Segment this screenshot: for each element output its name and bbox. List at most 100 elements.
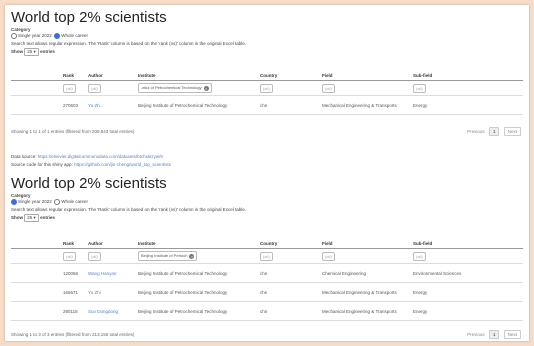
cell-institute: Beijing Institute of Petrochemical Techn… [136,282,258,302]
col-subfield[interactable]: Sub-field [411,71,523,81]
clear-icon[interactable]: × [203,85,209,91]
cell-institute: Beijing Institute of Petrochemical Techn… [136,263,258,283]
source-code-link[interactable]: https://github.com/jin-cheng/world_top_s… [74,162,171,167]
cell-author-link[interactable]: Yu Zh... [86,95,136,115]
cell-field: Mechanical Engineering & Transports [320,95,411,115]
filter-institute-2[interactable]: Beijing Institute of Petroch × [138,251,198,261]
results-table-bottom: Rank Author Institute Country Field Sub-… [11,239,523,321]
col-select [11,71,61,81]
filter-subfield[interactable]: (all) [413,83,426,93]
page-1-button-top[interactable]: 1 [488,127,500,136]
entries-select[interactable]: 25 ▾ [24,48,39,56]
prev-button-bottom[interactable]: Previous [467,332,485,337]
filter-country-2[interactable]: (all) [260,251,273,261]
prev-button-top[interactable]: Previous [467,129,485,134]
entries-select-value-2[interactable]: 25 [27,215,32,220]
section-top: World top 2% scientists Category Single … [11,9,527,56]
col-field[interactable]: Field [320,71,411,81]
length-control: Show 25 ▾ entries [11,48,527,56]
col-subfield-2[interactable]: Sub-field [411,239,523,249]
radio-whole-career-label-2[interactable]: Whole career [61,199,88,204]
entries-label-2: entries [40,215,55,220]
col-field-2[interactable]: Field [320,239,411,249]
entries-label: entries [40,49,55,54]
cell-rank: 270603 [61,95,86,115]
cell-field: Chemical Engineering [320,263,411,283]
cell-field: Mechanical Engineering & Transports [320,301,411,321]
col-institute-2[interactable]: Institute [136,239,258,249]
results-table-top: Rank Author Institute Country Field Sub-… [11,71,523,115]
clear-icon[interactable]: × [189,253,195,259]
cell-country: chn [258,95,320,115]
show-label: Show [11,49,23,54]
section-bottom: World top 2% scientists Category Single … [11,175,527,222]
app-page: World top 2% scientists Category Single … [5,5,529,341]
cell-rank: 165671 [61,282,86,302]
filter-institute-value-2[interactable]: Beijing Institute of Petroch [141,253,187,258]
search-note-2: Search text allows regular expression. T… [11,207,246,212]
pagination-top: Previous 1 Next [467,127,521,136]
filter-field-2[interactable]: (all) [322,251,335,261]
table-info-bottom: Showing 1 to 3 of 3 entries (filtered fr… [11,332,135,337]
col-country[interactable]: Country [258,71,320,81]
source-code-label: Source code for this shiny app: [11,162,73,167]
length-control-2: Show 25 ▾ entries [11,214,527,222]
cell-subfield: Energy [411,301,523,321]
cell-country: chn [258,263,320,283]
page-title: World top 2% scientists [11,9,167,26]
data-source-label: Data source: [11,154,37,159]
data-source-link[interactable]: https://elsevier.digitalcommonsdata.com/… [38,154,163,159]
filter-rank-2[interactable]: (all) [63,251,76,261]
col-author[interactable]: Author [86,71,136,81]
next-button-top[interactable]: Next [503,127,521,136]
radio-whole-career-label[interactable]: Whole career [61,33,88,38]
cell-country: chn [258,301,320,321]
table-row[interactable]: 280118 Sun Dongdong Beijing Institute of… [11,301,523,321]
cell-author-link[interactable]: Sun Dongdong [86,301,136,321]
cell-author-link[interactable]: Yu Zhi [86,282,136,302]
page-1-button-bottom[interactable]: 1 [488,330,500,339]
radio-whole-career[interactable] [54,33,61,39]
cell-author-link[interactable]: Wang Hanyan [86,263,136,283]
radio-whole-career-2[interactable] [54,199,61,205]
next-button-bottom[interactable]: Next [503,330,521,339]
pagination-bottom: Previous 1 Next [467,330,521,339]
table-row[interactable]: 270603 Yu Zh... Beijing Institute of Pet… [11,95,523,115]
radio-single-year-label-2[interactable]: Single year 2022 [18,199,52,204]
col-rank-2[interactable]: Rank [61,239,86,249]
filter-institute-value[interactable]: -ekiz of Petrochemical Technology [141,85,202,90]
filter-country[interactable]: (all) [260,83,273,93]
col-institute[interactable]: Institute [136,71,258,81]
filter-rank[interactable]: (all) [63,83,76,93]
cell-field: Mechanical Engineering & Transports [320,282,411,302]
table-row[interactable]: 120056 Wang Hanyan Beijing Institute of … [11,263,523,283]
table-row[interactable]: 165671 Yu Zhi Beijing Institute of Petro… [11,282,523,302]
col-select-2 [11,239,61,249]
table-header-row: Rank Author Institute Country Field Sub-… [11,71,523,81]
cell-rank: 120056 [61,263,86,283]
filter-author-2[interactable]: (all) [88,251,101,261]
filter-subfield-2[interactable]: (all) [413,251,426,261]
radio-single-year[interactable] [11,33,17,39]
filter-institute[interactable]: -ekiz of Petrochemical Technology × [138,83,212,93]
category-radio-group: Single year 2022 Whole career [11,33,527,39]
entries-select-2[interactable]: 25 ▾ [24,214,39,222]
col-rank[interactable]: Rank [61,71,86,81]
category-radio-group-2: Single year 2022 Whole career [11,199,527,205]
cell-subfield: Energy [411,282,523,302]
filter-row: (all) (all) -ekiz of Petrochemical Techn… [11,80,523,96]
radio-single-year-label[interactable]: Single year 2022 [18,33,52,38]
table-info-top: Showing 1 to 1 of 1 entries (filtered fr… [11,129,135,134]
col-author-2[interactable]: Author [86,239,136,249]
table-header-row-2: Rank Author Institute Country Field Sub-… [11,239,523,249]
cell-institute: Beijing Institute of Petrochemical Techn… [136,95,258,115]
cell-subfield: Environmental Sciences [411,263,523,283]
col-country-2[interactable]: Country [258,239,320,249]
filter-field[interactable]: (all) [322,83,335,93]
search-note: Search text allows regular expression. T… [11,41,246,46]
entries-select-value[interactable]: 25 [27,49,32,54]
page-title-2: World top 2% scientists [11,175,167,192]
cell-country: chn [258,282,320,302]
radio-single-year-2[interactable] [11,199,17,205]
filter-author[interactable]: (all) [88,83,101,93]
